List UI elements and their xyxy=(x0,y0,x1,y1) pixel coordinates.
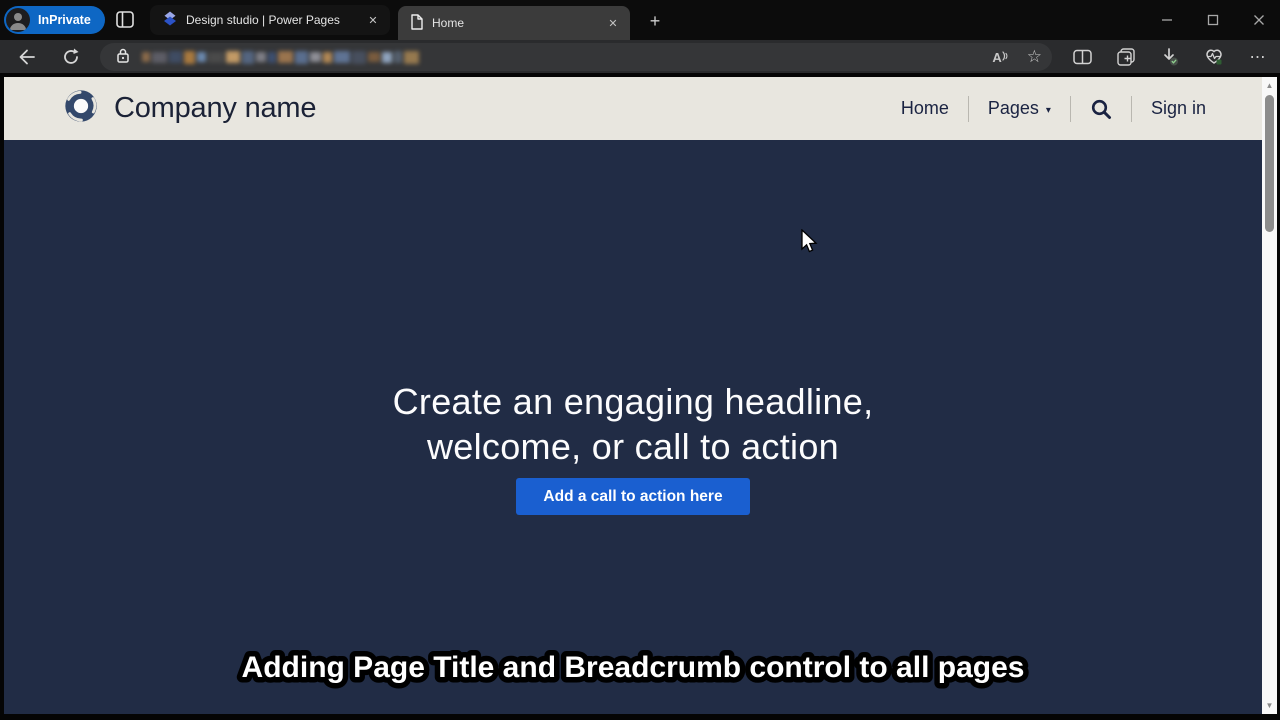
close-window-button[interactable] xyxy=(1246,7,1272,33)
scroll-up-icon[interactable]: ▲ xyxy=(1262,81,1277,90)
scrollbar[interactable]: ▲ ▼ xyxy=(1262,77,1277,714)
tab-title: Home xyxy=(432,16,604,30)
scroll-down-icon[interactable]: ▼ xyxy=(1262,701,1277,710)
inprivate-label: InPrivate xyxy=(38,13,91,27)
scrollbar-thumb[interactable] xyxy=(1265,95,1274,232)
close-tab-icon[interactable]: ✕ xyxy=(364,11,382,29)
cta-button[interactable]: Add a call to action here xyxy=(516,478,750,515)
power-pages-icon xyxy=(162,11,178,30)
browser-toolbar: A ☆ xyxy=(0,40,1280,73)
mouse-cursor xyxy=(800,229,820,255)
collections-icon[interactable] xyxy=(1114,45,1138,69)
split-screen-icon[interactable] xyxy=(1070,45,1094,69)
minimize-button[interactable] xyxy=(1154,7,1180,33)
nav-sign-in-link[interactable]: Sign in xyxy=(1151,98,1206,119)
tab-strip: InPrivate Design studio | Power Pages ✕ xyxy=(0,0,1280,40)
nav-divider xyxy=(1070,96,1071,122)
document-icon xyxy=(410,14,424,33)
maximize-button[interactable] xyxy=(1200,7,1226,33)
read-aloud-icon[interactable]: A xyxy=(992,50,1008,65)
close-tab-icon[interactable]: ✕ xyxy=(604,14,622,32)
browser-window: InPrivate Design studio | Power Pages ✕ xyxy=(0,0,1280,720)
tab-title: Design studio | Power Pages xyxy=(186,13,364,27)
tab-actions-icon[interactable] xyxy=(116,11,136,29)
site-header: Company name Home Pages ▾ xyxy=(4,77,1262,140)
browser-essentials-icon[interactable] xyxy=(1202,45,1226,69)
downloads-icon[interactable] xyxy=(1158,45,1182,69)
svg-text:Adding Page Title and Breadcru: Adding Page Title and Breadcrumb control… xyxy=(242,651,1025,684)
tab-design-studio[interactable]: Design studio | Power Pages ✕ xyxy=(150,5,390,35)
nav-divider xyxy=(1131,96,1132,122)
address-url-redacted xyxy=(142,51,419,64)
video-caption: Adding Page Title and Breadcrumb control… xyxy=(4,633,1262,703)
lock-icon xyxy=(116,47,130,68)
favorite-star-icon[interactable]: ☆ xyxy=(1027,47,1042,67)
settings-menu-icon[interactable]: ⋯ xyxy=(1246,45,1270,69)
company-name: Company name xyxy=(114,92,316,125)
site-nav: Home Pages ▾ Sign in xyxy=(901,77,1206,140)
company-logo-icon xyxy=(62,87,100,130)
refresh-icon[interactable] xyxy=(59,45,83,69)
nav-home-link[interactable]: Home xyxy=(901,98,949,119)
inprivate-badge[interactable]: InPrivate xyxy=(4,6,105,34)
hero-headline: Create an engaging headline, welcome, or… xyxy=(4,379,1262,469)
new-tab-button[interactable]: + xyxy=(644,10,666,32)
brand-link[interactable]: Company name xyxy=(62,87,316,130)
nav-pages-dropdown[interactable]: Pages ▾ xyxy=(988,98,1051,119)
back-icon[interactable] xyxy=(15,45,39,69)
profile-avatar-icon xyxy=(6,8,30,32)
nav-divider xyxy=(968,96,969,122)
page-viewport: Company name Home Pages ▾ xyxy=(4,77,1262,714)
address-bar[interactable]: A ☆ xyxy=(100,43,1052,71)
chevron-down-icon: ▾ xyxy=(1046,102,1051,116)
search-icon[interactable] xyxy=(1090,98,1112,120)
tab-home[interactable]: Home ✕ xyxy=(398,6,630,40)
